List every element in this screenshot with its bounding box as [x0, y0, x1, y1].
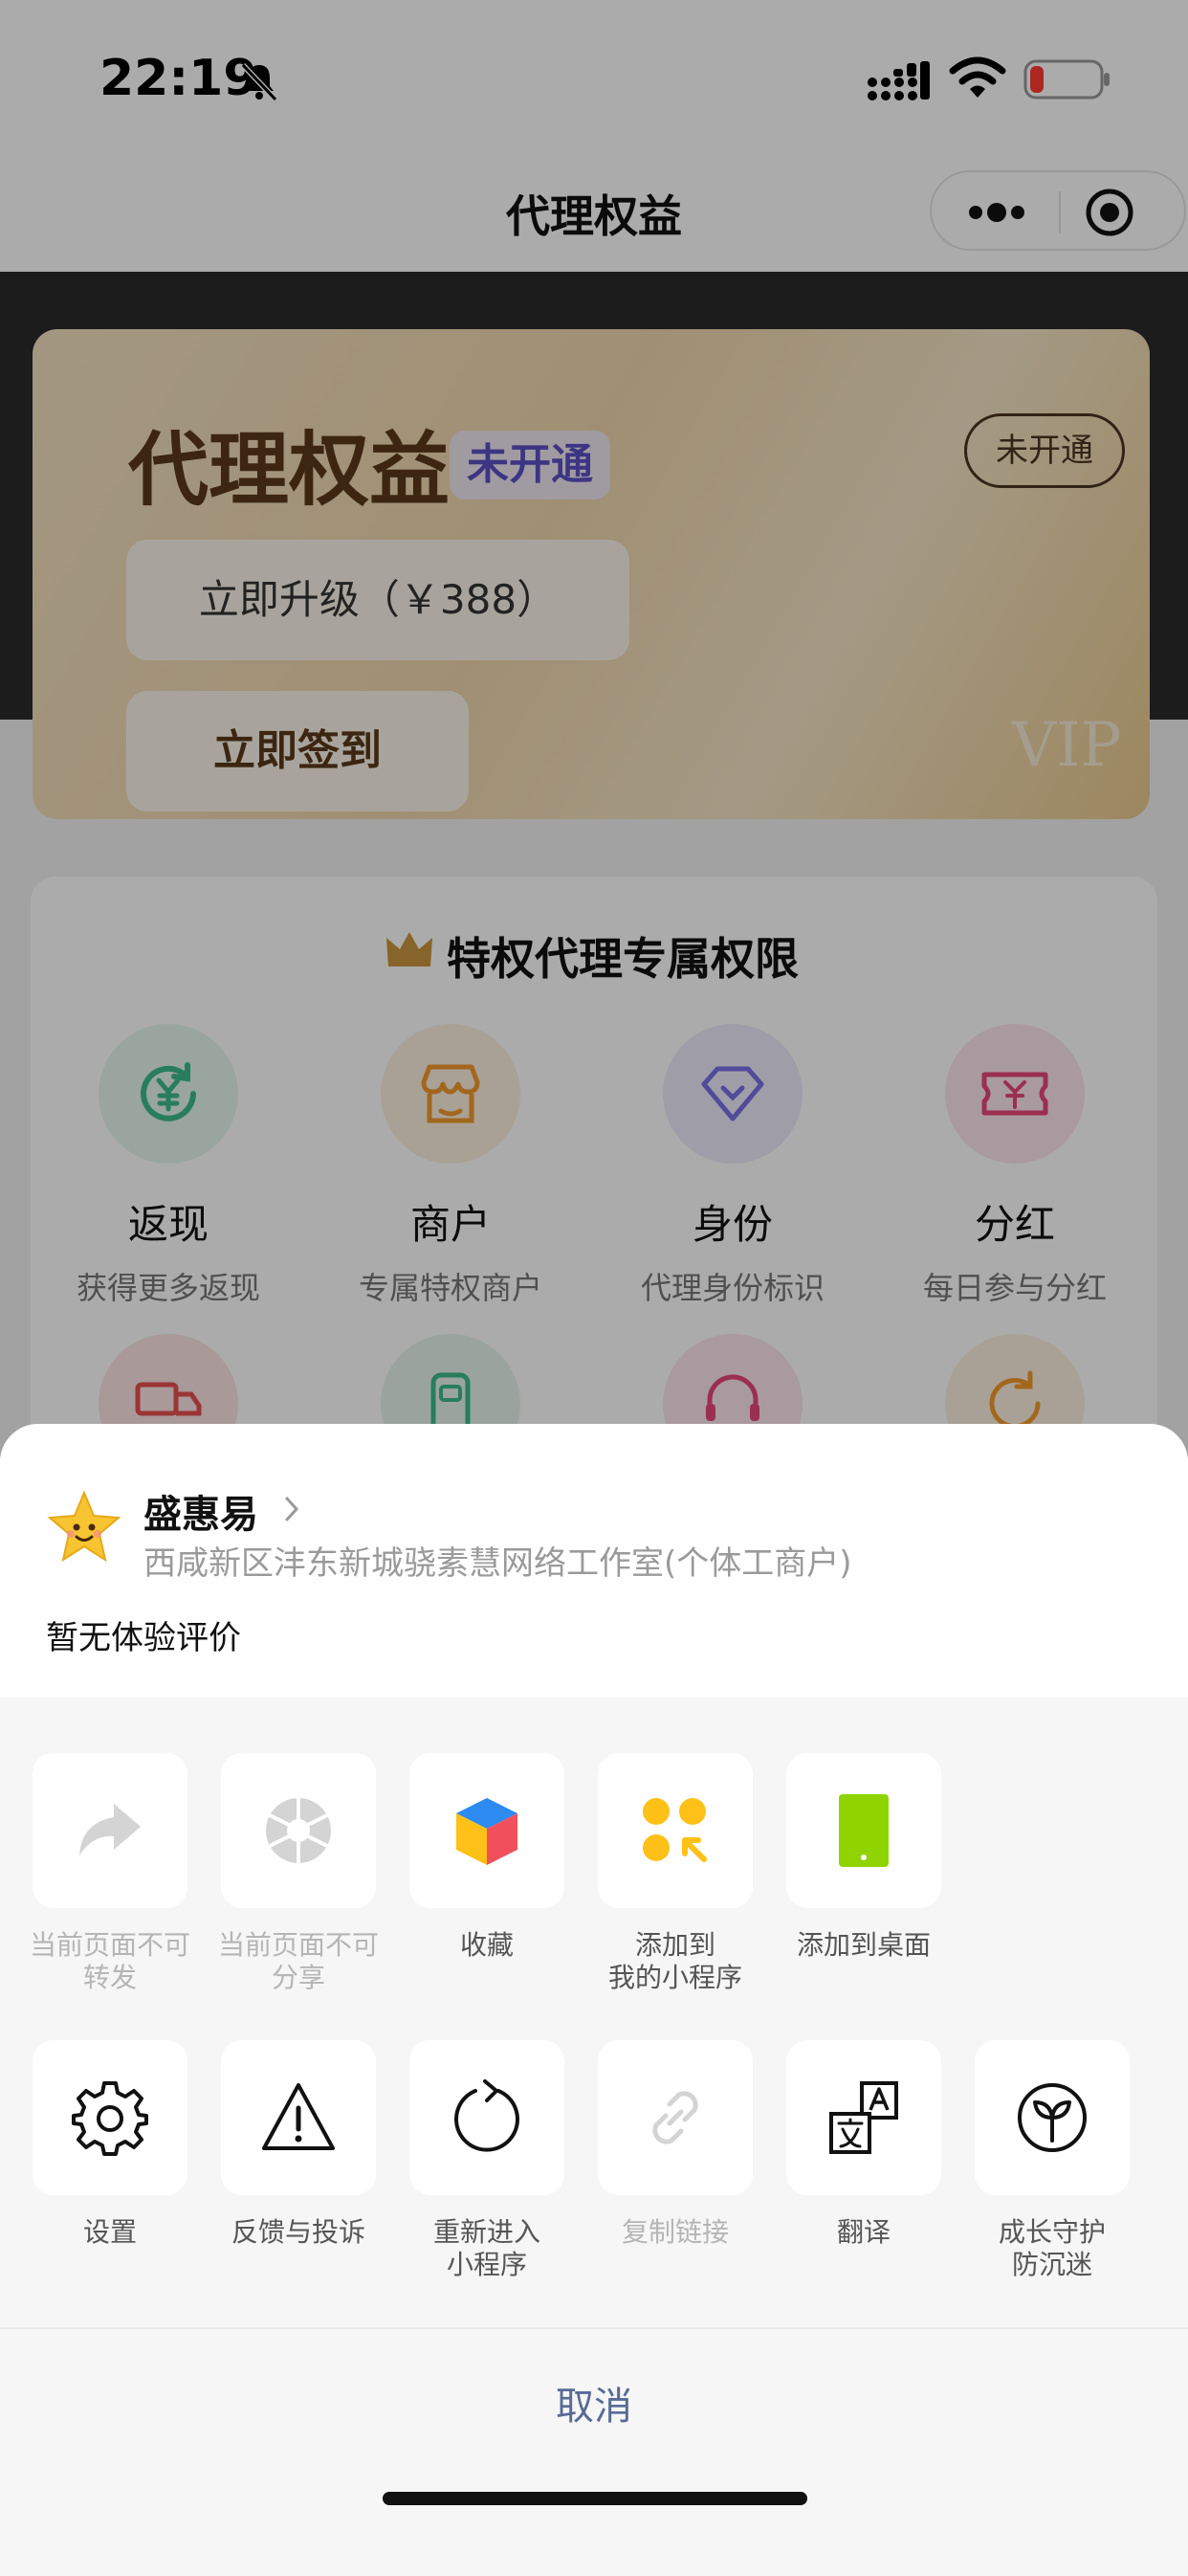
share-tile [221, 1753, 376, 1908]
home-indicator[interactable] [383, 2492, 807, 2505]
aperture-icon [266, 1798, 331, 1863]
favorite-action[interactable]: 收藏 [391, 1753, 583, 1962]
app-name[interactable]: 盛惠易 [143, 1483, 258, 1539]
action-label: 重新进入 小程序 [432, 2216, 540, 2280]
add-miniprogram-tile[interactable] [598, 1753, 753, 1908]
add-desktop-icon [839, 1794, 889, 1867]
action-sheet: 盛惠易 西咸新区沣东新城骁素慧网络工作室(个体工商户) 暂无体验评价 当前页面不… [0, 1424, 1188, 2576]
forward-icon [79, 1804, 141, 1855]
translate-action[interactable]: 翻译 [768, 2040, 959, 2249]
gear-icon [72, 2081, 148, 2156]
favorite-cube-icon [456, 1798, 517, 1865]
app-review-text: 暂无体验评价 [46, 1619, 241, 1657]
reload-action[interactable]: 重新进入 小程序 [391, 2040, 583, 2281]
app-info[interactable]: 盛惠易 西咸新区沣东新城骁素慧网络工作室(个体工商户) 暂无体验评价 [0, 1424, 1188, 1698]
action-label: 收藏 [459, 1929, 514, 1961]
forward-action: 当前页面不可 转发 [14, 1753, 206, 1994]
growth-guard-tile[interactable] [975, 2040, 1130, 2195]
settings-action[interactable]: 设置 [14, 2040, 206, 2249]
action-label: 翻译 [836, 2216, 891, 2248]
share-action: 当前页面不可 分享 [203, 1753, 394, 1994]
action-label: 设置 [82, 2216, 137, 2248]
action-label: 当前页面不可 分享 [217, 1929, 379, 1993]
app-company: 西咸新区沣东新城骁素慧网络工作室(个体工商户) [143, 1544, 852, 1583]
chevron-right-icon[interactable] [279, 1493, 304, 1525]
feedback-action[interactable]: 反馈与投诉 [203, 2040, 394, 2249]
add-miniprogram-action[interactable]: 添加到 我的小程序 [580, 1753, 771, 1994]
add-desktop-tile[interactable] [786, 1753, 941, 1908]
app-logo-star-icon [47, 1490, 121, 1563]
action-label: 添加到 我的小程序 [607, 1929, 742, 1993]
growth-guard-action[interactable]: 成长守护 防沉迷 [957, 2040, 1148, 2281]
link-icon [652, 2091, 698, 2144]
sprout-icon [1018, 2083, 1087, 2152]
feedback-tile[interactable] [221, 2040, 376, 2195]
action-label: 成长守护 防沉迷 [998, 2216, 1106, 2280]
translate-tile[interactable] [786, 2040, 941, 2195]
action-label: 添加到桌面 [796, 1929, 931, 1961]
cancel-area: 取消 [0, 2327, 1188, 2576]
warning-icon [262, 2083, 335, 2150]
reload-icon [454, 2079, 519, 2152]
add-miniprogram-icon [643, 1798, 707, 1862]
action-label: 复制链接 [621, 2216, 729, 2248]
action-label: 当前页面不可 转发 [29, 1929, 190, 1993]
copy-link-tile [598, 2040, 753, 2195]
favorite-tile[interactable] [409, 1753, 564, 1908]
action-label: 反馈与投诉 [231, 2216, 365, 2248]
translate-icon [829, 2081, 898, 2154]
cancel-button[interactable]: 取消 [0, 2375, 1188, 2431]
reload-tile[interactable] [409, 2040, 564, 2195]
copy-link-action: 复制链接 [580, 2040, 771, 2249]
forward-tile [33, 1753, 187, 1908]
add-desktop-action[interactable]: 添加到桌面 [768, 1753, 959, 1962]
settings-tile[interactable] [33, 2040, 187, 2195]
